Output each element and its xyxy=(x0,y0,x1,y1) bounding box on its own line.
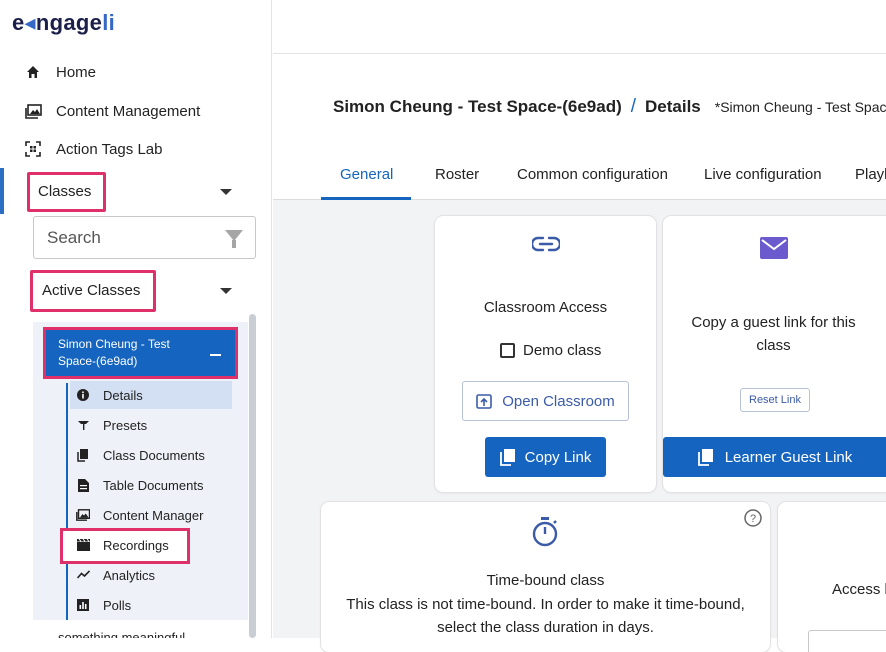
tab-bar: General Roster Common configuration Live… xyxy=(273,154,886,200)
subitem-label: Presets xyxy=(103,417,148,433)
document-icon xyxy=(76,478,90,492)
open-classroom-label: Open Classroom xyxy=(502,392,615,410)
mail-icon xyxy=(760,237,788,264)
class-name: Simon Cheung - Test Space-(6e9ad) xyxy=(58,337,170,368)
sidebar-scrollbar[interactable] xyxy=(249,314,256,638)
classes-collapse-caret-icon[interactable] xyxy=(220,189,232,195)
tab-playlist-partial[interactable]: Playl xyxy=(855,166,886,183)
subitem-recordings[interactable]: Recordings xyxy=(70,531,232,559)
qr-scan-icon xyxy=(24,140,42,158)
submenu-guide-line xyxy=(66,383,68,620)
sidebar: e◂ngageli Home Content Management Action… xyxy=(0,0,272,638)
subitem-label: Analytics xyxy=(103,567,156,583)
nav-content-management[interactable]: Content Management xyxy=(24,96,200,126)
bar-chart-icon xyxy=(76,598,90,612)
copy-icon xyxy=(499,448,515,466)
copy-link-button[interactable]: Copy Link xyxy=(485,437,606,477)
classes-header[interactable]: Classes xyxy=(27,172,106,212)
subitem-label: Details xyxy=(103,387,143,403)
tab-live-configuration[interactable]: Live configuration xyxy=(704,166,822,183)
access-field[interactable] xyxy=(808,630,886,652)
next-class-item-partial[interactable]: something meaningful xyxy=(58,630,185,638)
stopwatch-icon xyxy=(532,517,558,552)
tab-general[interactable]: General xyxy=(340,166,393,183)
subitem-label: Recordings xyxy=(103,537,169,553)
copy-docs-icon xyxy=(76,448,90,462)
nav-action-tags-lab[interactable]: Action Tags Lab xyxy=(24,134,162,164)
classroom-access-card: Classroom Access Demo class Open Classro… xyxy=(435,216,656,492)
breadcrumb-space[interactable]: Simon Cheung - Test Space-(6e9ad) xyxy=(333,97,622,117)
subitem-details[interactable]: Details xyxy=(70,381,232,409)
images-icon xyxy=(24,102,42,120)
home-icon xyxy=(24,63,42,81)
subitem-analytics[interactable]: Analytics xyxy=(70,561,232,589)
classes-label: Classes xyxy=(38,183,92,200)
active-classes-header[interactable]: Active Classes xyxy=(30,270,156,312)
time-bound-title: Time-bound class xyxy=(486,572,605,589)
link-icon xyxy=(530,236,562,257)
collapse-minus-icon[interactable] xyxy=(210,354,221,356)
images-icon xyxy=(76,508,90,522)
open-classroom-button[interactable]: Open Classroom xyxy=(462,381,629,421)
classroom-access-title: Classroom Access xyxy=(483,299,608,316)
checkbox-box[interactable] xyxy=(500,343,515,358)
breadcrumb-page: Details xyxy=(645,97,701,116)
active-classes-label: Active Classes xyxy=(42,282,141,299)
active-classes-caret-icon[interactable] xyxy=(220,288,232,294)
open-in-icon xyxy=(476,393,493,409)
top-bar xyxy=(273,0,886,54)
subitem-content-manager[interactable]: Content Manager xyxy=(70,501,232,529)
subitem-polls[interactable]: Polls xyxy=(70,591,232,619)
nav-label: Action Tags Lab xyxy=(56,140,163,158)
class-search-input[interactable]: Search xyxy=(33,216,256,259)
engageli-logo[interactable]: e◂ngageli xyxy=(12,10,115,36)
subitem-label: Table Documents xyxy=(103,477,204,493)
guest-link-title: Copy a guest link for this class xyxy=(691,314,856,354)
access-title: Access b xyxy=(832,581,886,598)
main-content: Classroom Access Demo class Open Classro… xyxy=(273,200,886,652)
filter-icon[interactable] xyxy=(225,230,243,248)
active-indicator xyxy=(0,168,4,214)
camera-icon xyxy=(76,418,90,432)
page-subtitle: *Simon Cheung - Test Space* xyxy=(714,99,886,115)
guest-link-card: Copy a guest link for this class Reset L… xyxy=(663,216,886,492)
nav-label: Content Management xyxy=(56,102,201,120)
demo-class-checkbox[interactable]: Demo class xyxy=(500,342,601,359)
time-bound-description: This class is not time-bound. In order t… xyxy=(346,596,745,636)
svg-text:?: ? xyxy=(750,513,756,525)
subitem-class-documents[interactable]: Class Documents xyxy=(70,441,232,469)
reset-link-button[interactable]: Reset Link xyxy=(740,388,810,412)
breadcrumb-separator: / xyxy=(630,96,637,117)
learner-guest-link-label: Learner Guest Link xyxy=(724,448,853,466)
copy-link-label: Copy Link xyxy=(524,448,592,466)
nav-label: Home xyxy=(56,63,97,81)
subitem-table-documents[interactable]: Table Documents xyxy=(70,471,232,499)
access-card: Access b xyxy=(778,502,886,652)
tab-common-configuration[interactable]: Common configuration xyxy=(517,166,668,183)
subitem-label: Content Manager xyxy=(103,507,204,523)
subitem-label: Class Documents xyxy=(103,447,205,463)
nav-home[interactable]: Home xyxy=(24,57,96,87)
search-placeholder: Search xyxy=(47,227,101,247)
clapperboard-icon xyxy=(76,538,90,552)
subitem-presets[interactable]: Presets xyxy=(70,411,232,439)
tab-roster[interactable]: Roster xyxy=(435,166,479,183)
learner-guest-link-button[interactable]: Learner Guest Link xyxy=(663,437,886,477)
time-bound-card: ? Time-bound class This class is not tim… xyxy=(321,502,770,652)
subitem-label: Polls xyxy=(103,597,132,613)
help-icon[interactable]: ? xyxy=(744,509,762,532)
copy-icon xyxy=(697,448,713,466)
trend-line-icon xyxy=(76,568,90,582)
info-icon xyxy=(76,388,90,402)
class-item-selected[interactable]: Simon Cheung - Test Space-(6e9ad) xyxy=(43,327,238,379)
breadcrumb: Simon Cheung - Test Space-(6e9ad) / Deta… xyxy=(333,96,886,118)
demo-class-label: Demo class xyxy=(523,342,602,359)
